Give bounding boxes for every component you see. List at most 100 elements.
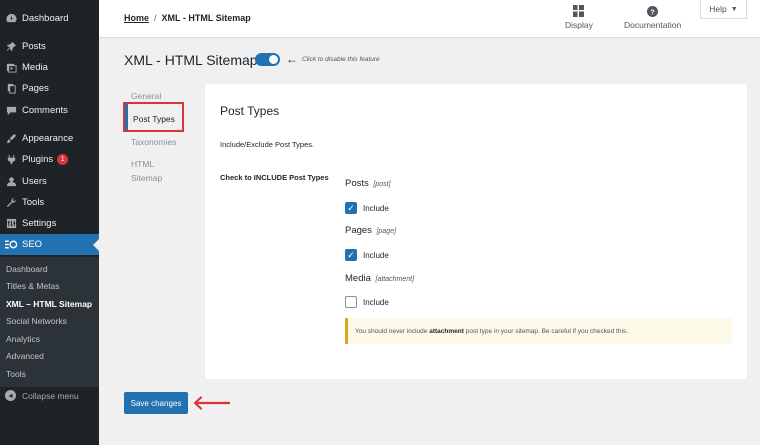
post-type-title-media: Media [attachment] — [345, 273, 414, 284]
question-icon: ? — [647, 4, 659, 18]
breadcrumb: Home / XML - HTML Sitemap — [124, 13, 251, 23]
svg-text:?: ? — [650, 7, 655, 16]
media-icon — [1, 62, 21, 73]
post-type-slug: [attachment] — [375, 276, 415, 283]
pages-icon — [1, 83, 21, 94]
warning-notice: You should never include attachment post… — [345, 318, 732, 344]
layout-icon — [573, 4, 585, 18]
page-title: XML - HTML Sitemap — [124, 52, 258, 68]
seo-icon — [1, 240, 21, 249]
tools-icon — [1, 197, 21, 208]
sidebar-item-comments[interactable]: Comments — [0, 100, 99, 121]
tab-general[interactable]: General — [131, 91, 161, 101]
sidebar-item-label: Dashboard — [22, 13, 69, 24]
arrow-left-icon: ← — [286, 52, 298, 66]
checkbox-label: Include — [363, 203, 389, 213]
sidebar-item-users[interactable]: Users — [0, 171, 99, 192]
post-type-name: Media — [345, 273, 371, 284]
submenu-item-analytics[interactable]: Analytics — [6, 334, 40, 344]
sidebar-item-dashboard[interactable]: Dashboard — [0, 8, 99, 29]
dashboard-icon — [1, 13, 21, 24]
sidebar-item-label: SEO — [22, 239, 43, 250]
include-posts-checkbox-row[interactable]: ✓ Include — [345, 202, 389, 214]
annotation-arrow-icon — [193, 396, 230, 410]
collapse-menu-label: Collapse menu — [22, 390, 79, 401]
collapse-icon: ◂ — [5, 390, 16, 401]
update-count-badge: 1 — [57, 154, 69, 165]
help-label: Help — [709, 4, 727, 14]
sidebar-item-media[interactable]: Media — [0, 57, 99, 78]
sidebar-item-pages[interactable]: Pages — [0, 78, 99, 99]
include-media-checkbox[interactable] — [345, 296, 357, 308]
notice-text-bold: attachment — [429, 327, 464, 335]
caret-down-icon: ▼ — [730, 5, 738, 13]
breadcrumb-current: XML - HTML Sitemap — [161, 13, 251, 23]
toggle-hint: Click to disable this feature — [302, 56, 380, 63]
section-description: Include/Exclude Post Types. — [220, 140, 315, 149]
post-type-slug: [post] — [373, 181, 391, 188]
checkbox-label: Include — [363, 297, 389, 307]
sidebar-item-settings[interactable]: Settings — [0, 213, 99, 234]
sidebar-item-label: Settings — [22, 218, 57, 229]
display-label: Display — [565, 20, 593, 30]
notice-text: You should never include attachment post… — [355, 328, 628, 335]
save-changes-button[interactable]: Save changes — [124, 392, 188, 414]
submenu-item-tools[interactable]: Tools — [6, 369, 26, 379]
submenu-item-titles-metas[interactable]: Titles & Metas — [6, 281, 60, 291]
sidebar-item-label: Posts — [22, 41, 46, 52]
include-pages-checkbox[interactable]: ✓ — [345, 249, 357, 261]
sidebar-item-label: Users — [22, 176, 47, 187]
pushpin-icon — [1, 41, 21, 52]
comments-icon — [1, 105, 21, 116]
include-media-checkbox-row[interactable]: Include — [345, 296, 389, 308]
admin-sidebar: Dashboard Posts Media Pages Comments App… — [0, 0, 99, 445]
sidebar-item-posts[interactable]: Posts — [0, 36, 99, 57]
sidebar-item-label: Plugins — [22, 154, 54, 165]
sidebar-item-label: Appearance — [22, 133, 74, 144]
tab-html-sitemap-line2: Sitemap — [131, 173, 163, 183]
users-icon — [1, 176, 21, 187]
submenu-item-dashboard[interactable]: Dashboard — [6, 264, 48, 274]
submenu-item-advanced[interactable]: Advanced — [6, 351, 44, 361]
breadcrumb-home-link[interactable]: Home — [124, 13, 149, 23]
include-pages-checkbox-row[interactable]: ✓ Include — [345, 249, 389, 261]
tab-html-sitemap[interactable]: HTML Sitemap — [131, 159, 162, 183]
notice-text-before: You should never include — [355, 327, 428, 335]
documentation-label: Documentation — [624, 20, 682, 30]
sidebar-item-label: Tools — [22, 197, 45, 208]
plugins-icon — [1, 154, 21, 165]
tab-post-types[interactable]: Post Types — [133, 114, 175, 124]
submenu-item-social-networks[interactable]: Social Networks — [6, 316, 67, 326]
collapse-menu-button[interactable]: ◂ Collapse menu — [0, 390, 79, 401]
checkbox-label: Include — [363, 250, 389, 260]
sidebar-item-tools[interactable]: Tools — [0, 192, 99, 213]
submenu-item-xml-html-sitemap[interactable]: XML – HTML Sitemap — [6, 299, 92, 309]
notice-text-after: post type in your sitemap. Be careful if… — [465, 327, 628, 335]
section-title: Post Types — [220, 104, 280, 118]
post-type-title-pages: Pages [page] — [345, 225, 396, 236]
tab-html-sitemap-line1: HTML — [131, 159, 155, 169]
feature-toggle-switch[interactable] — [255, 53, 280, 66]
post-type-title-posts: Posts [post] — [345, 178, 391, 189]
breadcrumb-separator: / — [154, 13, 157, 23]
page-header: Home / XML - HTML Sitemap Display ? Docu… — [99, 0, 760, 38]
post-type-name: Pages — [345, 225, 372, 236]
seo-submenu: Dashboard Titles & Metas XML – HTML Site… — [0, 257, 99, 387]
tab-taxonomies[interactable]: Taxonomies — [131, 137, 176, 147]
sidebar-item-seo[interactable]: SEO — [0, 234, 99, 255]
include-posts-checkbox[interactable]: ✓ — [345, 202, 357, 214]
display-button[interactable]: Display — [565, 4, 593, 30]
documentation-button[interactable]: ? Documentation — [624, 4, 681, 30]
sidebar-item-appearance[interactable]: Appearance — [0, 128, 99, 149]
help-button[interactable]: Help ▼ — [700, 0, 747, 19]
post-type-name: Posts — [345, 178, 369, 189]
field-label: Check to INCLUDE Post Types — [220, 173, 329, 182]
post-type-slug: [page] — [376, 228, 397, 235]
sidebar-item-label: Pages — [22, 83, 49, 94]
appearance-icon — [1, 133, 21, 144]
sidebar-item-plugins[interactable]: Plugins 1 — [0, 149, 99, 170]
settings-icon — [1, 218, 21, 229]
current-menu-pointer — [93, 239, 99, 251]
settings-card: Post Types Include/Exclude Post Types. C… — [205, 84, 747, 379]
sidebar-item-label: Comments — [22, 105, 68, 116]
